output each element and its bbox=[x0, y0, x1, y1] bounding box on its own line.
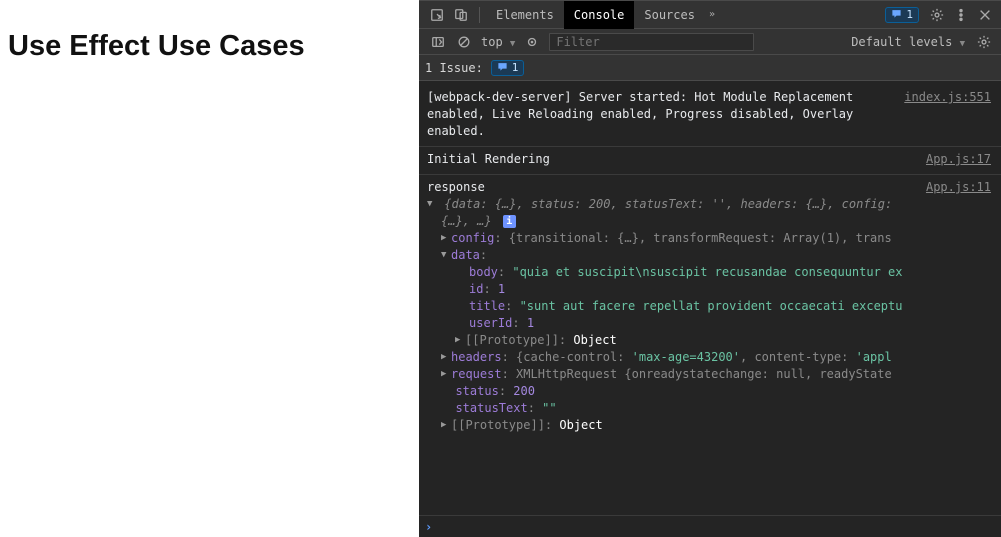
console-output: index.js:551 [webpack-dev-server] Server… bbox=[419, 81, 1001, 515]
source-link[interactable]: App.js:17 bbox=[926, 151, 991, 168]
sidebar-toggle-icon[interactable] bbox=[430, 34, 446, 50]
log-message: index.js:551 [webpack-dev-server] Server… bbox=[419, 85, 1001, 147]
separator bbox=[479, 7, 480, 23]
expand-arrow-icon[interactable] bbox=[441, 349, 451, 366]
object-entry[interactable]: [[Prototype]]: Object bbox=[427, 417, 993, 434]
object-entry[interactable]: request: XMLHttpRequest {onreadystatecha… bbox=[427, 366, 993, 383]
issues-bar: 1 Issue: 1 bbox=[419, 55, 1001, 81]
object-entry: statusText: "" bbox=[427, 400, 993, 417]
console-toolbar: top ▼ Default levels ▼ bbox=[419, 29, 1001, 55]
kebab-menu-icon[interactable] bbox=[953, 7, 969, 23]
context-selector[interactable]: top ▼ bbox=[477, 35, 519, 49]
clear-console-icon[interactable] bbox=[456, 34, 472, 50]
log-message: App.js:11 response {data: {…}, status: 2… bbox=[419, 175, 1001, 440]
expand-arrow-icon[interactable] bbox=[441, 230, 451, 247]
issue-icon bbox=[891, 8, 902, 22]
devtools-tabstrip: Elements Console Sources » 1 bbox=[419, 1, 1001, 29]
tab-elements[interactable]: Elements bbox=[486, 1, 564, 29]
object-entry[interactable]: headers: {cache-control: 'max-age=43200'… bbox=[427, 349, 993, 366]
issues-bar-pill[interactable]: 1 bbox=[491, 60, 525, 76]
object-summary[interactable]: {data: {…}, status: 200, statusText: '',… bbox=[427, 196, 993, 213]
object-entry: status: 200 bbox=[427, 383, 993, 400]
tab-sources[interactable]: Sources bbox=[634, 1, 705, 29]
info-badge-icon[interactable]: i bbox=[503, 215, 516, 228]
issue-icon bbox=[497, 61, 508, 75]
expand-arrow-icon[interactable] bbox=[441, 366, 451, 383]
expand-arrow-icon[interactable] bbox=[455, 332, 465, 349]
more-tabs-icon[interactable]: » bbox=[709, 9, 715, 20]
source-link[interactable]: index.js:551 bbox=[904, 89, 991, 106]
issues-label: 1 Issue: bbox=[425, 61, 483, 75]
object-entry: userId: 1 bbox=[427, 315, 993, 332]
close-icon[interactable] bbox=[977, 7, 993, 23]
object-summary-cont: {…}, …} i bbox=[427, 213, 993, 230]
log-label: response bbox=[427, 179, 993, 196]
expand-arrow-icon[interactable] bbox=[441, 417, 451, 434]
source-link[interactable]: App.js:11 bbox=[926, 179, 991, 196]
console-prompt[interactable]: › bbox=[419, 515, 1001, 537]
tab-console[interactable]: Console bbox=[564, 1, 635, 29]
object-entry: id: 1 bbox=[427, 281, 993, 298]
page-title: Use Effect Use Cases bbox=[8, 30, 411, 63]
object-entry[interactable]: [[Prototype]]: Object bbox=[427, 332, 993, 349]
console-settings-icon[interactable] bbox=[976, 34, 992, 50]
log-text: Initial Rendering bbox=[427, 152, 550, 166]
expand-arrow-icon[interactable] bbox=[441, 247, 451, 264]
settings-icon[interactable] bbox=[929, 7, 945, 23]
inspect-icon[interactable] bbox=[429, 7, 445, 23]
device-toolbar-icon[interactable] bbox=[453, 7, 469, 23]
context-label: top bbox=[481, 35, 503, 49]
devtools-panel: Elements Console Sources » 1 top bbox=[419, 0, 1001, 537]
expand-arrow-icon[interactable] bbox=[427, 196, 437, 213]
prompt-caret-icon: › bbox=[425, 520, 432, 534]
object-entry: title: "sunt aut facere repellat provide… bbox=[427, 298, 993, 315]
log-message: App.js:17 Initial Rendering bbox=[419, 147, 1001, 175]
object-entry[interactable]: config: {transitional: {…}, transformReq… bbox=[427, 230, 993, 247]
issues-count: 1 bbox=[906, 8, 913, 21]
live-expression-icon[interactable] bbox=[524, 34, 540, 50]
issues-pill[interactable]: 1 bbox=[885, 7, 919, 23]
filter-input[interactable] bbox=[549, 33, 754, 51]
levels-label: Default levels bbox=[851, 35, 952, 49]
log-levels-selector[interactable]: Default levels ▼ bbox=[845, 35, 971, 49]
issues-bar-count: 1 bbox=[512, 61, 519, 74]
object-entry[interactable]: data: bbox=[427, 247, 993, 264]
object-entry: body: "quia et suscipit\nsuscipit recusa… bbox=[427, 264, 993, 281]
